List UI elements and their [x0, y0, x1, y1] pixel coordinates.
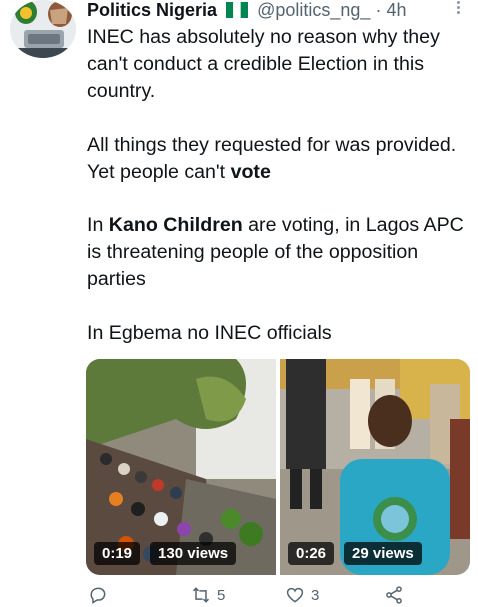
- author-name[interactable]: Politics Nigeria: [87, 0, 217, 20]
- video-1[interactable]: 0:19 130 views: [86, 359, 276, 575]
- like-button[interactable]: 3: [285, 585, 319, 605]
- tweet-timestamp[interactable]: 4h: [386, 0, 406, 20]
- heart-icon: [286, 587, 304, 603]
- paragraph-1: INEC has absolutely no reason why they c…: [87, 26, 440, 103]
- like-count: 3: [311, 586, 320, 604]
- author-handle[interactable]: @politics_ng_: [257, 0, 370, 20]
- paragraph-3: In Kano Children are voting, in Lagos AP…: [87, 212, 467, 294]
- retweet-count: 5: [217, 586, 226, 604]
- media-grid: 0:19 130 views 0:26 29 views: [86, 359, 470, 575]
- reply-button[interactable]: [88, 585, 114, 605]
- paragraph-3-bold: Kano Children: [108, 214, 243, 237]
- separator-dot: ·: [375, 0, 382, 20]
- action-bar: 5 3: [0, 585, 478, 607]
- paragraph-3-text-a: In: [87, 214, 109, 237]
- video-1-thumbnail: [86, 359, 276, 575]
- paragraph-2: All things they requested for was provid…: [87, 132, 467, 186]
- tweet-text: INEC has absolutely no reason why they c…: [87, 24, 467, 347]
- paragraph-4: In Egbema no INEC officials: [87, 321, 332, 344]
- reply-icon: [90, 587, 106, 604]
- tweet-header: Politics Nigeria @politics_ng_ · 4h: [87, 0, 406, 24]
- nigeria-flag-icon: [226, 2, 249, 18]
- avatar-image: [10, 0, 76, 58]
- paragraph-2-bold: vote: [230, 160, 271, 183]
- retweet-button[interactable]: 5: [191, 585, 225, 605]
- paragraph-2-text: All things they requested for was provid…: [87, 133, 457, 183]
- avatar[interactable]: [10, 0, 76, 58]
- video-2-thumbnail: [280, 359, 470, 575]
- retweet-icon: [192, 587, 210, 603]
- share-button[interactable]: [384, 585, 404, 605]
- share-icon: [386, 586, 402, 604]
- video-2[interactable]: 0:26 29 views: [280, 359, 470, 575]
- more-icon[interactable]: [451, 0, 465, 16]
